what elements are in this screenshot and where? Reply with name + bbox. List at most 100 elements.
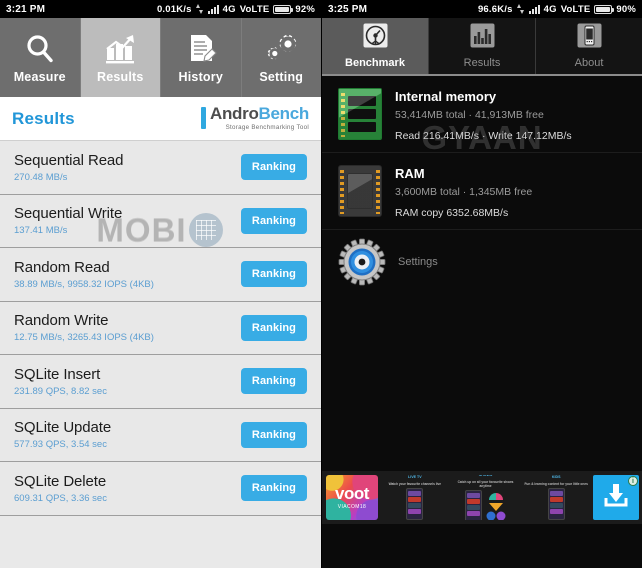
result-name: Random Read: [14, 258, 110, 276]
result-value: 137.41 MB/s: [14, 225, 68, 237]
result-name: Sequential Write: [14, 205, 123, 223]
status-bar-left: 3:21 PM 0.01K/s 4G VoLTE 92%: [0, 0, 321, 18]
info-badge[interactable]: i: [628, 476, 639, 486]
result-name: SQLite Delete: [14, 472, 107, 490]
table-row[interactable]: Sequential Write 137.41 MB/s Ranking: [0, 195, 321, 248]
phone-screenshot-icon: [464, 490, 482, 520]
battery-percent: 90%: [616, 3, 636, 15]
result-name: SQLite Update: [14, 419, 112, 437]
result-value: 12.75 MB/s, 3265.43 IOPS (4KB): [14, 332, 154, 344]
result-value: 38.89 MB/s, 9958.32 IOPS (4KB): [14, 278, 154, 290]
ad-brand-sub: VIACOM18: [337, 504, 367, 510]
result-name: SQLite Insert: [14, 365, 101, 383]
download-button[interactable]: i: [593, 475, 640, 520]
tab-setting[interactable]: Setting: [242, 18, 322, 97]
ad-subcaption: Fun & learning content for your little o…: [524, 481, 588, 486]
ranking-button[interactable]: Ranking: [240, 261, 307, 288]
magnifier-icon: [23, 32, 57, 66]
a1sdbench-screen: 3:25 PM 96.6K/s 4G VoLTE 90% Benchmark R…: [321, 0, 642, 568]
table-row[interactable]: Random Read 38.89 MB/s, 9958.32 IOPS (4K…: [0, 248, 321, 302]
androbench-logo: AndroBench Storage Benchmarking Tool: [200, 104, 310, 131]
result-value: 270.48 MB/s: [14, 171, 68, 183]
download-icon: [601, 480, 631, 515]
list-item-internal-memory[interactable]: Internal memory 53,414MB total · 41,913M…: [322, 76, 642, 153]
status-bar-right: 3:25 PM 96.6K/s 4G VoLTE 90%: [322, 0, 642, 18]
logo-text-bench: Bench: [258, 104, 310, 124]
list-item-ram[interactable]: RAM 3,600MB total · 1,345MB free RAM cop…: [322, 153, 642, 230]
signal-bars-icon: [528, 4, 540, 14]
result-value: 231.89 QPS, 8.82 sec: [14, 385, 107, 397]
settings-label: Settings: [398, 256, 438, 268]
ad-cell[interactable]: KIDS Fun & learning content for your lit…: [522, 475, 590, 520]
storage-capacity: 53,414MB total · 41,913MB free: [395, 109, 544, 121]
androbench-header: Results AndroBench Storage Benchmarking …: [0, 97, 321, 141]
ad-subcaption: Watch your favourite channels live: [388, 481, 442, 486]
ad-cell[interactable]: LIVE TV Watch your favourite channels li…: [381, 475, 449, 520]
ad-cell[interactable]: SHOWS Catch up on all your favourite sho…: [452, 475, 520, 520]
logo-text-andro: Andro: [209, 104, 259, 124]
tab-results[interactable]: Results: [80, 18, 161, 97]
network-speed: 96.6K/s: [477, 3, 513, 15]
result-value: 609.31 QPS, 3.36 sec: [14, 492, 107, 504]
ad-screenshots: [547, 487, 565, 520]
dual-screenshot-container: 3:21 PM 0.01K/s 4G VoLTE 92% Measure Res…: [0, 0, 642, 568]
table-row[interactable]: Sequential Read 270.48 MB/s Ranking: [0, 141, 321, 195]
storage-name: Internal memory: [395, 89, 497, 104]
ad-banner[interactable]: voot VIACOM18 LIVE TV Watch your favouri…: [322, 471, 642, 524]
ad-brand-name: voot: [335, 484, 369, 503]
table-row[interactable]: SQLite Delete 609.31 QPS, 3.36 sec Ranki…: [0, 462, 321, 516]
volte-label: VoLTE: [239, 3, 270, 15]
sync-arrows-icon: [516, 4, 525, 14]
tab-setting-label: Setting: [259, 69, 304, 84]
ranking-button[interactable]: Ranking: [240, 314, 307, 341]
gray-ram-chip-icon: [338, 165, 382, 217]
tab-measure[interactable]: Measure: [0, 18, 81, 97]
phone-screenshot-icon: [406, 487, 424, 520]
ad-screenshots: [464, 490, 507, 520]
tab-benchmark-label: Benchmark: [345, 57, 405, 69]
result-value: 577.93 QPS, 3.54 sec: [14, 439, 107, 451]
table-row[interactable]: Random Write 12.75 MB/s, 3265.43 IOPS (4…: [0, 302, 321, 355]
battery-icon: [594, 4, 615, 14]
ranking-button[interactable]: Ranking: [240, 475, 307, 502]
page-title: Results: [12, 108, 75, 128]
tab-history[interactable]: History: [161, 18, 242, 97]
document-pencil-icon: [184, 32, 218, 66]
a1sdbench-tab-bar: Benchmark Results About: [322, 18, 642, 76]
bar-chart-trend-icon: [103, 32, 137, 66]
settings-row[interactable]: Settings: [322, 230, 642, 294]
status-time: 3:21 PM: [6, 3, 46, 15]
network-type: 4G: [543, 3, 557, 15]
tab-results[interactable]: Results: [429, 18, 536, 74]
tab-history-label: History: [178, 69, 223, 84]
table-row[interactable]: SQLite Insert 231.89 QPS, 8.82 sec Ranki…: [0, 355, 321, 409]
tab-benchmark[interactable]: Benchmark: [322, 18, 429, 74]
tab-about[interactable]: About: [536, 18, 642, 74]
ram-name: RAM: [395, 166, 425, 181]
ranking-button[interactable]: Ranking: [240, 154, 307, 181]
ad-screenshots: [406, 487, 424, 520]
gears-icon: [264, 32, 298, 66]
signal-bars-icon: [207, 4, 219, 14]
androbench-screen: 3:21 PM 0.01K/s 4G VoLTE 92% Measure Res…: [0, 0, 321, 568]
phone-screenshot-icon: [547, 487, 565, 520]
logo-bar-icon: [200, 107, 206, 130]
ram-speed: RAM copy 6352.68MB/s: [395, 207, 509, 219]
network-speed: 0.01K/s: [156, 3, 192, 15]
status-time: 3:25 PM: [328, 3, 368, 15]
table-row[interactable]: SQLite Update 577.93 QPS, 3.54 sec Ranki…: [0, 409, 321, 462]
ranking-button[interactable]: Ranking: [240, 207, 307, 234]
ranking-button[interactable]: Ranking: [240, 368, 307, 395]
ad-subcaption: Catch up on all your favourite shows any…: [457, 479, 514, 488]
storage-speed: Read 216.41MB/s · Write 147.12MB/s: [395, 130, 572, 142]
benchmark-results-list: Sequential Read 270.48 MB/s Ranking Sequ…: [0, 141, 321, 516]
green-memory-chip-icon: [338, 88, 382, 140]
ranking-button[interactable]: Ranking: [240, 421, 307, 448]
result-name: Random Write: [14, 312, 109, 330]
benchmark-body: Internal memory 53,414MB total · 41,913M…: [322, 76, 642, 524]
androbench-tab-bar: Measure Results History Setting: [0, 18, 321, 97]
ad-caption: KIDS: [551, 475, 561, 480]
ad-brand-logo[interactable]: voot VIACOM18: [326, 475, 378, 520]
battery-percent: 92%: [295, 3, 315, 15]
ad-caption: LIVE TV: [408, 475, 422, 480]
